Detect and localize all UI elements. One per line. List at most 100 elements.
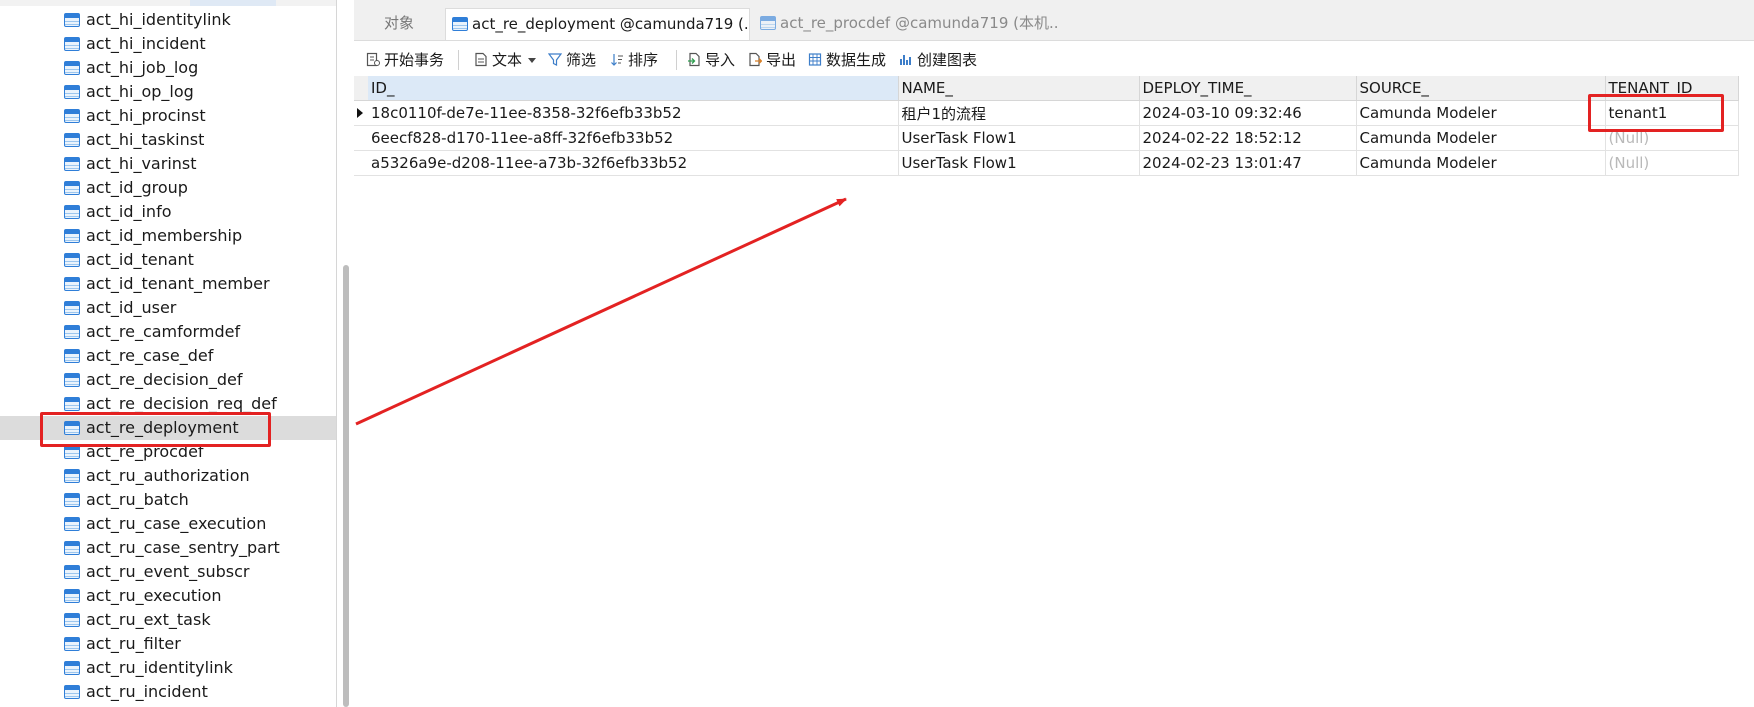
- tree-item-act-ru-identitylink[interactable]: act_ru_identitylink: [0, 656, 336, 680]
- export-icon: [749, 52, 762, 67]
- table-icon: [64, 349, 80, 363]
- table-icon: [64, 589, 80, 603]
- tree-item-label: act_ru_execution: [86, 586, 222, 605]
- cell-deploy-time[interactable]: 2024-02-22 18:52:12: [1139, 125, 1357, 151]
- tree-item-act-hi-taskinst[interactable]: act_hi_taskinst: [0, 128, 336, 152]
- tree-item-act-ru-authorization[interactable]: act_ru_authorization: [0, 464, 336, 488]
- tree-item-act-ru-execution[interactable]: act_ru_execution: [0, 584, 336, 608]
- tree-item-label: act_ru_ext_task: [86, 610, 211, 629]
- table-icon: [64, 301, 80, 315]
- tree-item-label: act_hi_job_log: [86, 58, 199, 77]
- column-header-name[interactable]: NAME_: [898, 76, 1140, 101]
- result-grid: ID_ NAME_ DEPLOY_TIME_ SOURCE_ TENANT_ID…: [354, 76, 1739, 176]
- tree-item-act-hi-op-log[interactable]: act_hi_op_log: [0, 80, 336, 104]
- table-icon: [64, 493, 80, 507]
- sort-button[interactable]: 排序: [608, 44, 658, 76]
- tree-item-label: act_re_decision_req_def: [86, 394, 277, 413]
- table-icon: [64, 13, 80, 27]
- table-icon: [64, 61, 80, 75]
- text-view-button[interactable]: 文本: [472, 44, 537, 76]
- tree-item-act-id-user[interactable]: act_id_user: [0, 296, 336, 320]
- tree-item-act-id-info[interactable]: act_id_info: [0, 200, 336, 224]
- tree-item-label: act_id_group: [86, 178, 188, 197]
- create-chart-button[interactable]: 创建图表: [897, 44, 977, 76]
- column-header-id[interactable]: ID_: [368, 76, 899, 101]
- main-panel: 对象 act_re_deployment @camunda719 (... ac…: [354, 0, 1754, 707]
- table-header-row: ID_ NAME_ DEPLOY_TIME_ SOURCE_ TENANT_ID…: [354, 76, 1739, 101]
- export-label: 导出: [766, 51, 797, 69]
- table-icon: [760, 16, 776, 30]
- import-icon: [688, 52, 700, 67]
- row-indicator: [354, 125, 368, 151]
- cell-source[interactable]: Camunda Modeler: [1356, 150, 1606, 176]
- cell-deploy-time[interactable]: 2024-03-10 09:32:46: [1139, 100, 1357, 126]
- table-icon: [64, 373, 80, 387]
- tree-item-act-id-tenant-member[interactable]: act_id_tenant_member: [0, 272, 336, 296]
- sort-icon: [611, 54, 623, 66]
- tree-item-act-ru-filter[interactable]: act_ru_filter: [0, 632, 336, 656]
- cell-id[interactable]: a5326a9e-d208-11ee-a73b-32f6efb33b52: [368, 150, 899, 176]
- text-view-label: 文本: [492, 51, 523, 69]
- table-icon: [64, 565, 80, 579]
- tree-item-act-hi-varinst[interactable]: act_hi_varinst: [0, 152, 336, 176]
- tab-objects[interactable]: 对象: [354, 8, 444, 40]
- toolbar-separator: [458, 50, 459, 70]
- result-table: ID_ NAME_ DEPLOY_TIME_ SOURCE_ TENANT_ID…: [354, 76, 1739, 176]
- tree-item-act-id-tenant[interactable]: act_id_tenant: [0, 248, 336, 272]
- table-icon: [64, 469, 80, 483]
- tree-item-act-ru-incident[interactable]: act_ru_incident: [0, 680, 336, 704]
- cell-tenant-id[interactable]: (Null): [1605, 150, 1739, 176]
- table-row[interactable]: a5326a9e-d208-11ee-a73b-32f6efb33b52 Use…: [354, 150, 1739, 176]
- tree-scrollbar[interactable]: [343, 265, 349, 707]
- cell-id[interactable]: 18c0110f-de7e-11ee-8358-32f6efb33b52: [368, 100, 899, 126]
- tab-act-re-deployment[interactable]: act_re_deployment @camunda719 (...: [445, 8, 750, 40]
- column-header-source[interactable]: SOURCE_: [1356, 76, 1606, 101]
- cell-name[interactable]: UserTask Flow1: [898, 125, 1140, 151]
- table-icon: [64, 229, 80, 243]
- tree-item-act-hi-job-log[interactable]: act_hi_job_log: [0, 56, 336, 80]
- tree-item-label: act_id_tenant: [86, 250, 194, 269]
- tree-item-act-ru-ext-task[interactable]: act_ru_ext_task: [0, 608, 336, 632]
- table-row[interactable]: 18c0110f-de7e-11ee-8358-32f6efb33b52 租户1…: [354, 100, 1739, 126]
- tree-item-act-hi-procinst[interactable]: act_hi_procinst: [0, 104, 336, 128]
- cell-name[interactable]: 租户1的流程: [898, 100, 1140, 126]
- table-icon: [64, 445, 80, 459]
- bar-chart-icon: [900, 55, 911, 65]
- tree-item-act-id-membership[interactable]: act_id_membership: [0, 224, 336, 248]
- current-row-arrow-icon: [357, 108, 363, 118]
- cell-name[interactable]: UserTask Flow1: [898, 150, 1140, 176]
- tree-item-act-re-decision-def[interactable]: act_re_decision_def: [0, 368, 336, 392]
- tree-item-act-re-camformdef[interactable]: act_re_camformdef: [0, 320, 336, 344]
- tree-item-act-hi-incident[interactable]: act_hi_incident: [0, 32, 336, 56]
- column-header-deploy-time[interactable]: DEPLOY_TIME_: [1139, 76, 1357, 101]
- tree-item-label: act_ru_identitylink: [86, 658, 233, 677]
- tree-item-act-re-case-def[interactable]: act_re_case_def: [0, 344, 336, 368]
- data-generation-button[interactable]: 数据生成: [806, 44, 886, 76]
- tree-item-label: act_ru_incident: [86, 682, 208, 701]
- tree-item-act-ru-event-subscr[interactable]: act_ru_event_subscr: [0, 560, 336, 584]
- tree-item-label: act_re_camformdef: [86, 322, 241, 341]
- import-button[interactable]: 导入: [685, 44, 735, 76]
- table-icon: [64, 253, 80, 267]
- cell-source[interactable]: Camunda Modeler: [1356, 100, 1606, 126]
- tab-objects-label: 对象: [383, 14, 414, 32]
- filter-button[interactable]: 筛选: [546, 44, 596, 76]
- tree-item-label: act_id_tenant_member: [86, 274, 270, 293]
- tree-item-act-id-group[interactable]: act_id_group: [0, 176, 336, 200]
- cell-id[interactable]: 6eecf828-d170-11ee-a8ff-32f6efb33b52: [368, 125, 899, 151]
- tree-item-act-ru-case-execution[interactable]: act_ru_case_execution: [0, 512, 336, 536]
- tree-item-act-hi-identitylink[interactable]: act_hi_identitylink: [0, 8, 336, 32]
- begin-transaction-button[interactable]: 开始事务: [364, 44, 444, 76]
- tree-item-label: act_re_decision_def: [86, 370, 243, 389]
- tab-act-re-procdef[interactable]: act_re_procdef @camunda719 (本机...: [754, 8, 1059, 40]
- table-icon: [64, 133, 80, 147]
- cell-deploy-time[interactable]: 2024-02-23 13:01:47: [1139, 150, 1357, 176]
- tree-item-label: act_ru_authorization: [86, 466, 250, 485]
- tab-act-re-procdef-label: act_re_procdef @camunda719 (本机...: [780, 14, 1059, 32]
- table-row[interactable]: 6eecf828-d170-11ee-a8ff-32f6efb33b52 Use…: [354, 125, 1739, 151]
- export-button[interactable]: 导出: [746, 44, 796, 76]
- table-icon: [64, 541, 80, 555]
- tree-item-act-ru-batch[interactable]: act_ru_batch: [0, 488, 336, 512]
- cell-source[interactable]: Camunda Modeler: [1356, 125, 1606, 151]
- tree-item-act-ru-case-sentry-part[interactable]: act_ru_case_sentry_part: [0, 536, 336, 560]
